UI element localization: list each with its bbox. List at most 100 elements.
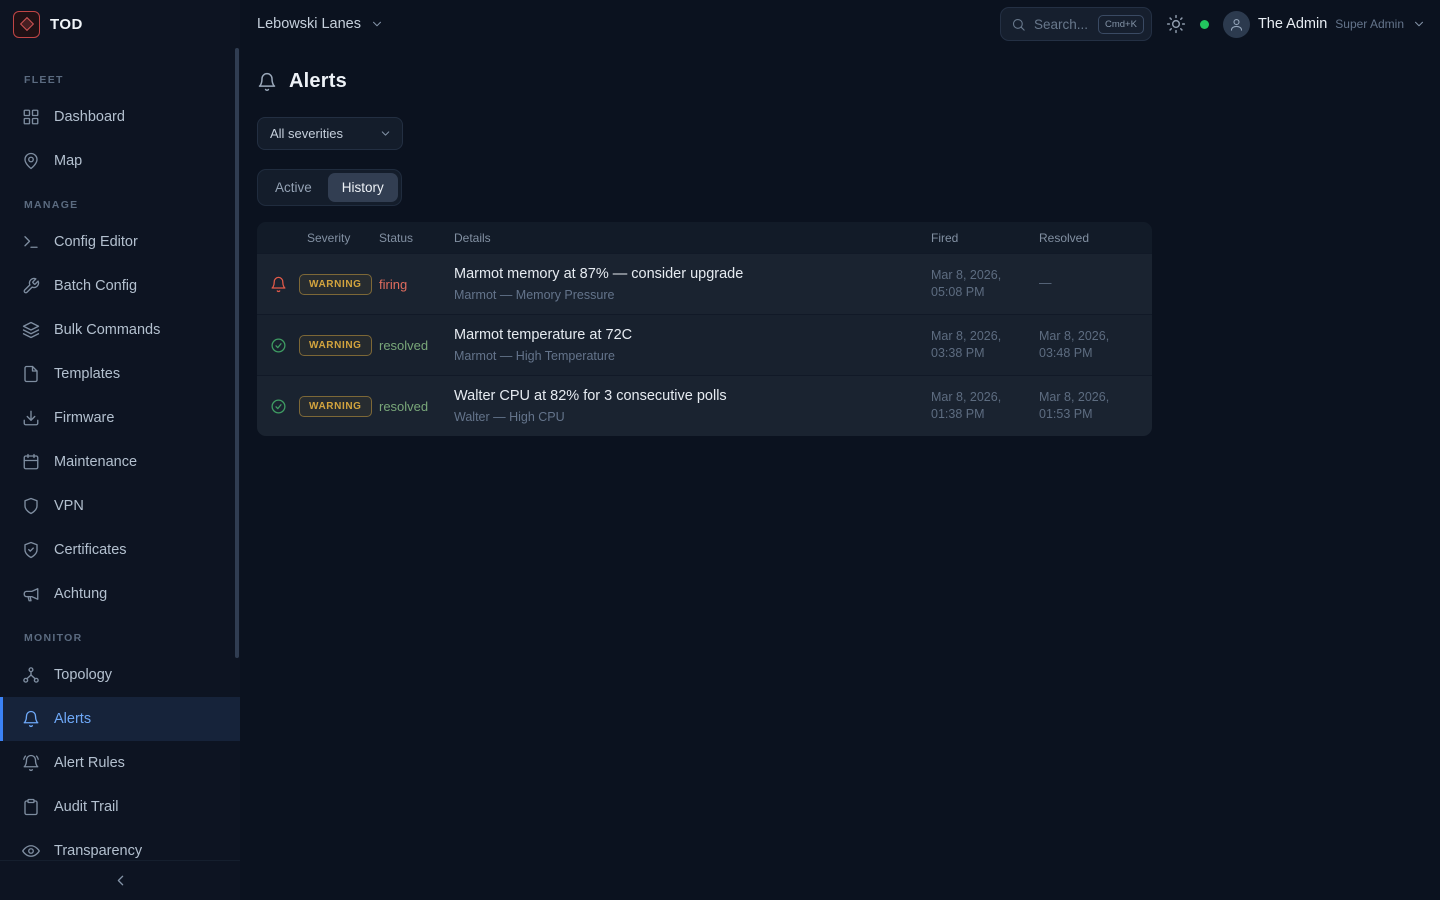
- logo-diamond-icon: [19, 17, 33, 31]
- wrench-icon: [22, 277, 40, 295]
- section-label: MANAGE: [0, 187, 240, 220]
- th-details: Details: [454, 231, 931, 245]
- th-status: Status: [379, 231, 454, 245]
- sidebar-item-label: Map: [54, 153, 82, 169]
- sidebar-item-maintenance[interactable]: Maintenance: [0, 440, 240, 484]
- sidebar-item-transparency[interactable]: Transparency: [0, 829, 240, 860]
- search-placeholder: Search...: [1034, 17, 1090, 32]
- tab-active[interactable]: Active: [261, 173, 326, 202]
- bell-icon: [270, 276, 287, 293]
- alert-title: Marmot temperature at 72C: [454, 327, 931, 343]
- chevron-down-icon: [370, 17, 384, 31]
- shield-icon: [22, 497, 40, 515]
- org-name: Lebowski Lanes: [257, 16, 361, 32]
- sidebar-item-label: Topology: [54, 667, 112, 683]
- alert-subtitle: Walter — High CPU: [454, 410, 931, 424]
- severity-badge: WARNING: [299, 274, 372, 295]
- terminal-icon: [22, 233, 40, 251]
- network-icon: [22, 666, 40, 684]
- sidebar-item-bulk-commands[interactable]: Bulk Commands: [0, 308, 240, 352]
- fired-time: Mar 8, 2026, 01:38 PM: [931, 389, 1039, 424]
- sidebar-item-label: Firmware: [54, 410, 114, 426]
- download-icon: [22, 409, 40, 427]
- calendar-icon: [22, 453, 40, 471]
- resolved-time: Mar 8, 2026, 01:53 PM: [1039, 389, 1152, 424]
- bell-icon: [22, 710, 40, 728]
- status-dot: [1200, 20, 1209, 29]
- sidebar-item-alert-rules[interactable]: Alert Rules: [0, 741, 240, 785]
- layers-icon: [22, 321, 40, 339]
- sidebar-item-config-editor[interactable]: Config Editor: [0, 220, 240, 264]
- severity-badge: WARNING: [299, 335, 372, 356]
- sidebar-section-fleet: FLEET Dashboard Map: [0, 62, 240, 183]
- alerts-table: SeverityStatusDetailsFiredResolved WARNI…: [257, 222, 1152, 436]
- sidebar-item-certificates[interactable]: Certificates: [0, 528, 240, 572]
- sidebar-nav: FLEET Dashboard Map MANAGEConfig EditorBatc…: [0, 48, 240, 860]
- alerts-tabs: ActiveHistory: [257, 169, 402, 206]
- status-text: firing: [379, 277, 407, 292]
- sidebar-item-topology[interactable]: Topology: [0, 653, 240, 697]
- sidebar-item-batch-config[interactable]: Batch Config: [0, 264, 240, 308]
- sidebar-item-achtung[interactable]: Achtung: [0, 572, 240, 616]
- sidebar-item-firmware[interactable]: Firmware: [0, 396, 240, 440]
- sidebar-item-label: Bulk Commands: [54, 322, 160, 338]
- app-root: TOD FLEET Dashboard Map MANAGEConfig Editor…: [0, 0, 1440, 900]
- severity-filter-select[interactable]: All severities: [257, 117, 403, 150]
- sidebar-item-vpn[interactable]: VPN: [0, 484, 240, 528]
- resolved-time: Mar 8, 2026, 03:48 PM: [1039, 328, 1152, 363]
- sidebar-item-dashboard[interactable]: Dashboard: [0, 95, 240, 139]
- user-role: Super Admin: [1335, 17, 1404, 31]
- tab-history[interactable]: History: [328, 173, 398, 202]
- status-text: resolved: [379, 338, 428, 353]
- sidebar-header: TOD: [0, 0, 240, 48]
- sidebar-section-manage: MANAGEConfig EditorBatch Config Bulk Comm…: [0, 187, 240, 616]
- alert-title: Marmot memory at 87% — consider upgrade: [454, 266, 931, 282]
- sidebar-scrollbar[interactable]: [235, 48, 239, 658]
- alert-row[interactable]: WARNINGresolvedWalter CPU at 82% for 3 c…: [257, 375, 1152, 436]
- sidebar-item-alerts[interactable]: Alerts: [0, 697, 240, 741]
- alert-row[interactable]: WARNING resolved Marmot temperature at 72C…: [257, 314, 1152, 375]
- search-input[interactable]: Search... Cmd+K: [1000, 7, 1152, 41]
- sidebar-item-label: Transparency: [54, 843, 142, 859]
- avatar: [1223, 11, 1250, 38]
- th-fired: Fired: [931, 231, 1039, 245]
- page-title: Alerts: [289, 70, 347, 93]
- alert-row[interactable]: WARNING firing Marmot memory at 87% — cons…: [257, 253, 1152, 314]
- map-pin-icon: [22, 152, 40, 170]
- user-menu[interactable]: The Admin Super Admin: [1223, 11, 1426, 38]
- sidebar-item-label: Certificates: [54, 542, 127, 558]
- resolved-time: —: [1039, 275, 1152, 293]
- sidebar-item-label: Templates: [54, 366, 120, 382]
- megaphone-icon: [22, 585, 40, 603]
- theme-toggle-button[interactable]: [1166, 14, 1186, 34]
- org-selector[interactable]: Lebowski Lanes: [257, 16, 384, 32]
- grid-icon: [22, 108, 40, 126]
- fired-time: Mar 8, 2026, 03:38 PM: [931, 328, 1039, 363]
- shield-check-icon: [22, 541, 40, 559]
- sidebar-item-map[interactable]: Map: [0, 139, 240, 183]
- sidebar-item-templates[interactable]: Templates: [0, 352, 240, 396]
- sidebar-section-monitor: MONITORTopologyAlertsAlert RulesAudit Tr…: [0, 620, 240, 860]
- sidebar-item-audit-trail[interactable]: Audit Trail: [0, 785, 240, 829]
- chevron-down-icon: [379, 127, 392, 140]
- topbar-right: Search... Cmd+K The Admin Super Admin: [1000, 7, 1426, 41]
- bell-icon: [257, 72, 277, 92]
- file-icon: [22, 365, 40, 383]
- table-header: SeverityStatusDetailsFiredResolved: [257, 222, 1152, 253]
- user-name: The Admin: [1258, 16, 1327, 32]
- section-label: FLEET: [0, 62, 240, 95]
- eye-icon: [22, 842, 40, 860]
- main-column: Lebowski Lanes Search... Cmd+K The Admin…: [240, 0, 1440, 900]
- sidebar-item-label: Alert Rules: [54, 755, 125, 771]
- severity-filter-value: All severities: [270, 126, 343, 141]
- search-shortcut-badge: Cmd+K: [1098, 15, 1144, 34]
- sidebar-item-label: Maintenance: [54, 454, 137, 470]
- fired-time: Mar 8, 2026, 05:08 PM: [931, 267, 1039, 302]
- alert-subtitle: Marmot — Memory Pressure: [454, 288, 931, 302]
- search-icon: [1011, 17, 1026, 32]
- alert-title: Walter CPU at 82% for 3 consecutive poll…: [454, 388, 931, 404]
- sidebar-item-label: Dashboard: [54, 109, 125, 125]
- status-text: resolved: [379, 399, 428, 414]
- sidebar-collapse-button[interactable]: [112, 872, 129, 889]
- topbar: Lebowski Lanes Search... Cmd+K The Admin…: [240, 0, 1440, 48]
